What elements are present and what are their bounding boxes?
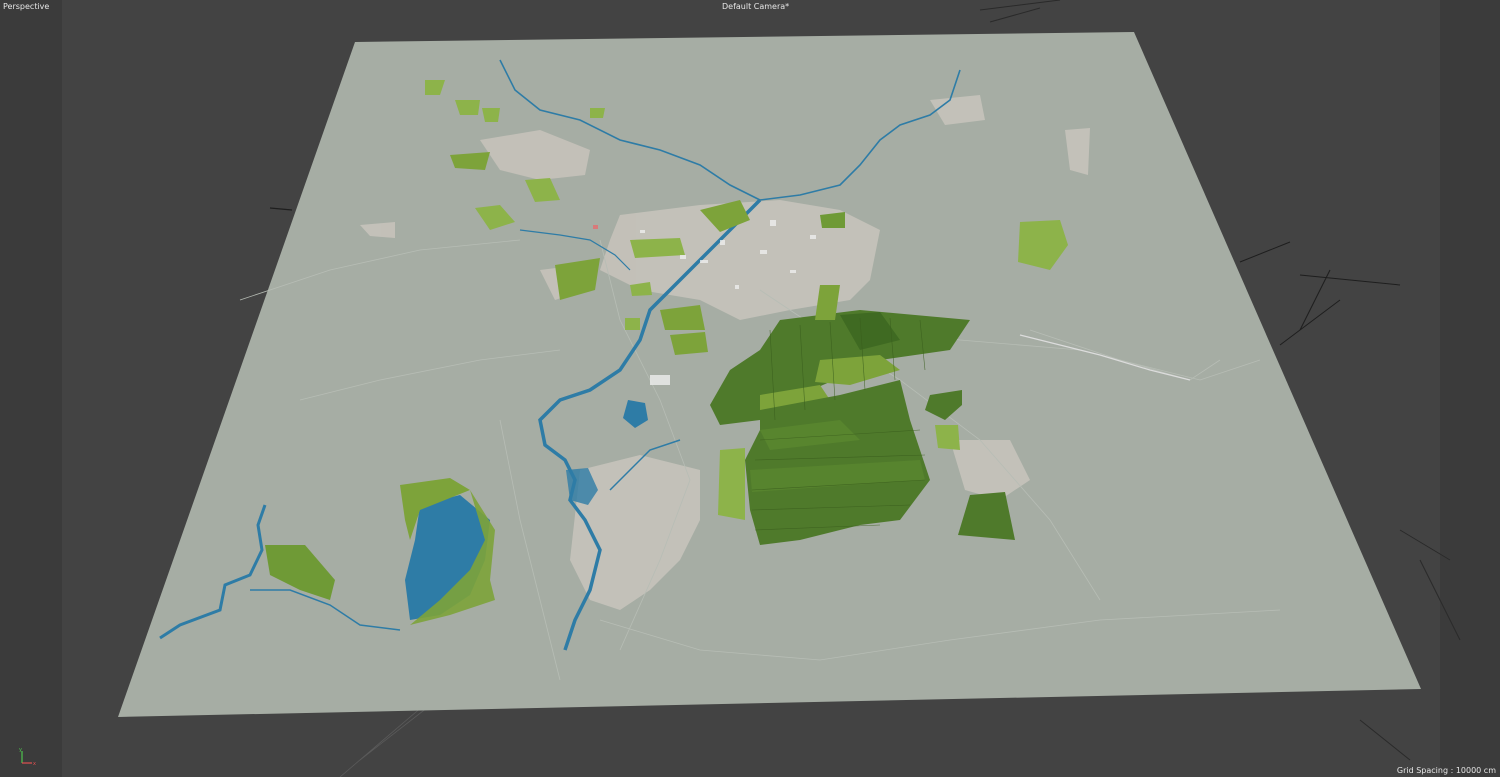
map-scene[interactable] — [0, 0, 1500, 777]
terrain-edge-line — [979, 0, 1061, 23]
axis-y-label: y — [19, 748, 22, 753]
camera-marker-icon: * — [785, 2, 790, 11]
3d-viewport[interactable]: Perspective Default Camera* Grid Spacing… — [0, 0, 1500, 777]
camera-label[interactable]: Default Camera* — [722, 2, 789, 12]
camera-name: Default Camera — [722, 2, 786, 11]
terrain-edge-line — [269, 207, 293, 211]
red-building-marker — [593, 225, 598, 229]
grid-spacing-label: Grid Spacing : 10000 cm — [1396, 766, 1496, 775]
view-mode-label[interactable]: Perspective — [3, 2, 49, 12]
terrain-edge-line — [1239, 241, 1401, 346]
axis-gizmo-icon: y x — [19, 748, 36, 766]
axis-x-label: x — [33, 761, 36, 766]
